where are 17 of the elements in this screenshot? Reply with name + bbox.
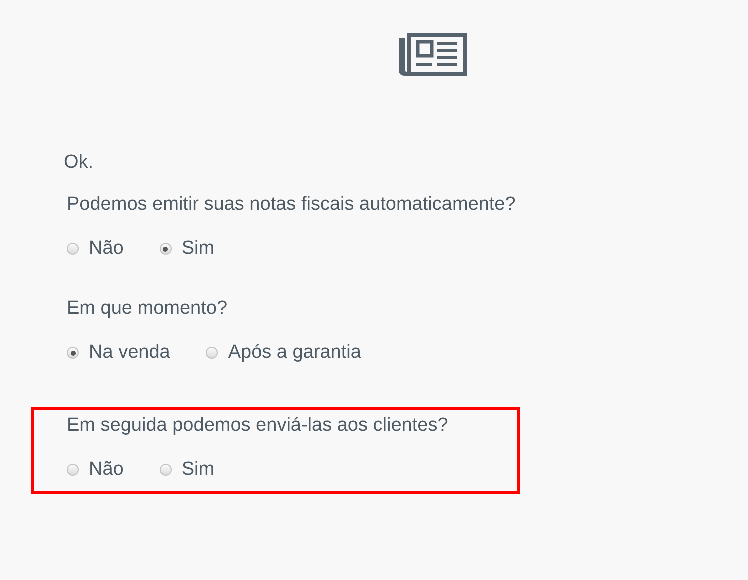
question-text: Podemos emitir suas notas fiscais automaticamente?	[67, 194, 517, 216]
radio-button[interactable]	[67, 243, 79, 255]
radio-option[interactable]: Não	[67, 459, 124, 481]
radio-option[interactable]: Não	[67, 238, 124, 260]
question-text: Em seguida podemos enviá-las aos clientes?	[67, 415, 450, 437]
radio-option[interactable]: Na venda	[67, 342, 170, 364]
radio-button[interactable]	[160, 464, 172, 476]
radio-option[interactable]: Sim	[160, 459, 215, 481]
radio-button[interactable]	[67, 347, 79, 359]
newspaper-icon	[397, 30, 469, 78]
radio-option[interactable]: Após a garantia	[206, 342, 362, 364]
radio-option[interactable]: Sim	[160, 238, 215, 260]
radio-button[interactable]	[206, 347, 218, 359]
radio-button[interactable]	[160, 243, 172, 255]
radio-button[interactable]	[67, 464, 79, 476]
question-text: Em que momento?	[67, 298, 229, 320]
intro-text: Ok.	[64, 152, 95, 174]
